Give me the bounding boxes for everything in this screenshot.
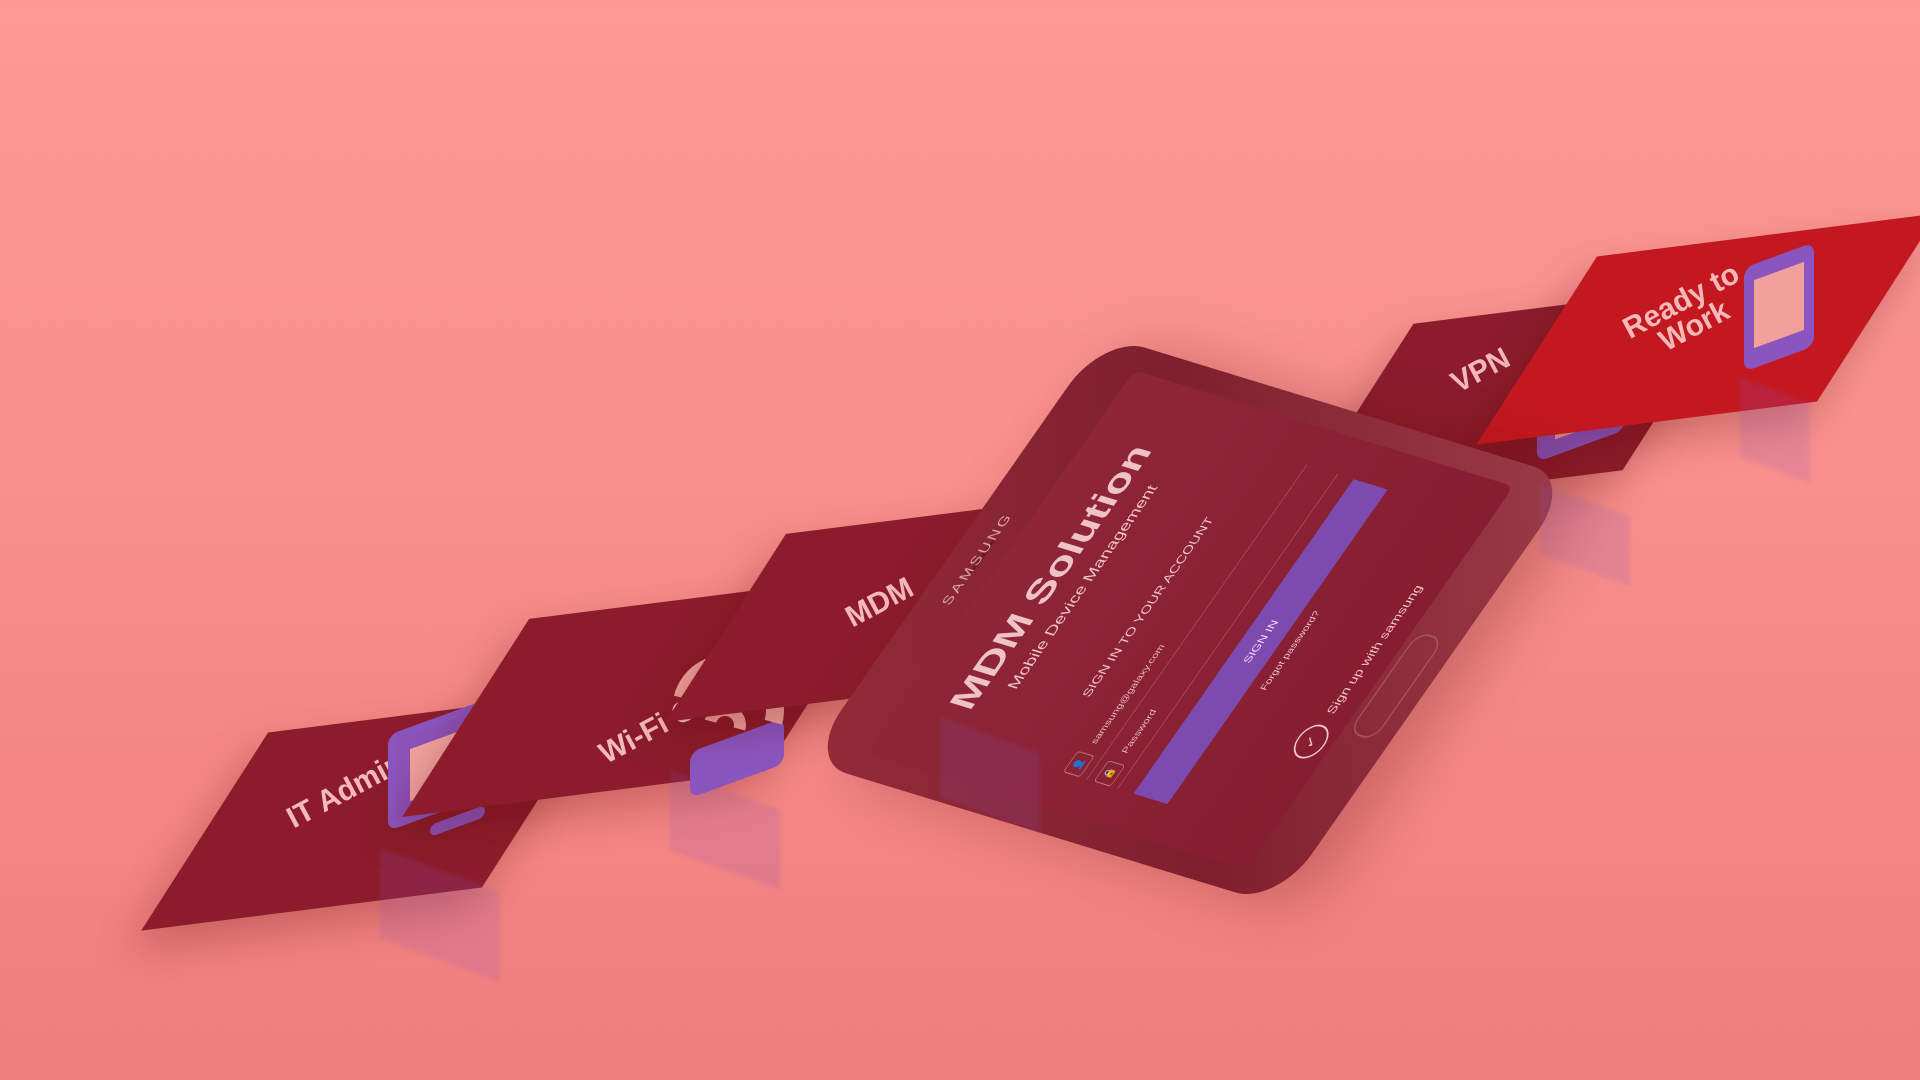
reflection-vpn [1540,483,1630,587]
scene: IT Admin Wi-Fi Connect MDM VPN Ready to … [0,0,1920,1080]
reflection-wifi [670,769,780,891]
lock-small-icon: 🔒 [1093,760,1126,787]
